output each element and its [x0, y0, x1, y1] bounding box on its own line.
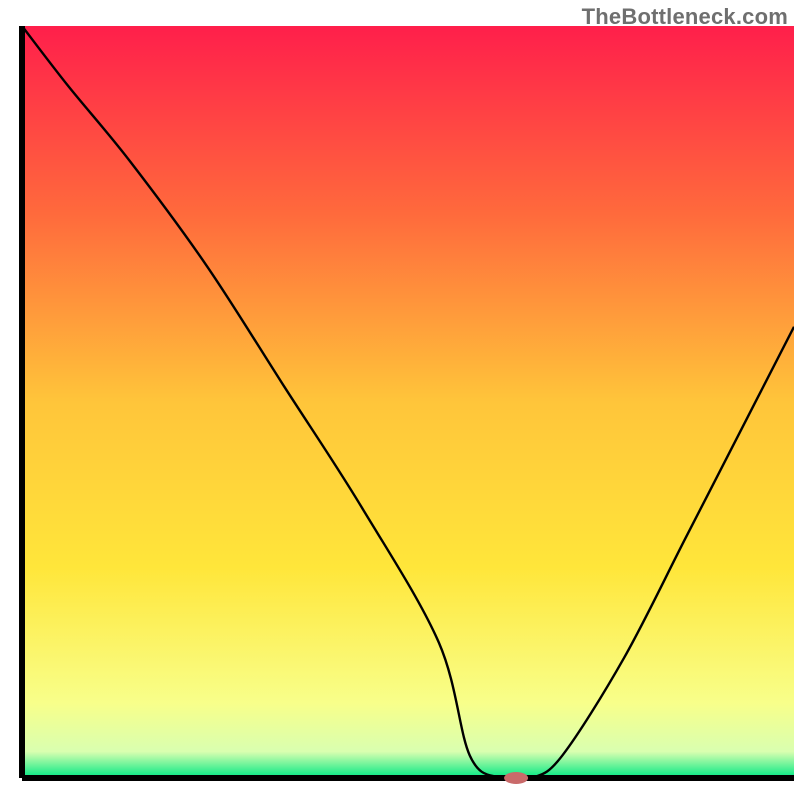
gradient-background	[22, 26, 794, 778]
bottleneck-chart	[0, 0, 800, 800]
optimal-marker	[504, 772, 528, 784]
chart-container: TheBottleneck.com	[0, 0, 800, 800]
